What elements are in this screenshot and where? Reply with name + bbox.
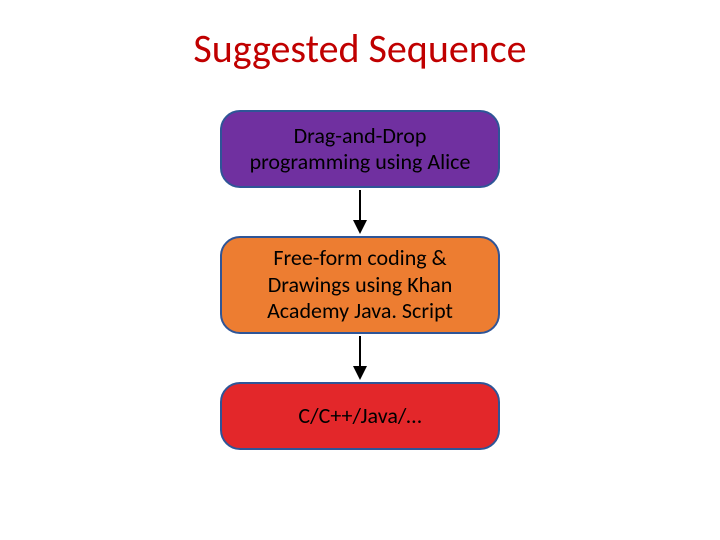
step-3-box: C/C++/Java/… xyxy=(220,382,500,450)
sequence-flow: Drag-and-Drop programming using Alice Fr… xyxy=(220,110,500,450)
step-1-box: Drag-and-Drop programming using Alice xyxy=(220,110,500,188)
step-2-label: Free-form coding & Drawings using Khan A… xyxy=(236,245,484,324)
arrow-down-icon xyxy=(351,190,369,234)
arrow-2 xyxy=(351,334,369,382)
page-title: Suggested Sequence xyxy=(0,24,720,73)
step-2-box: Free-form coding & Drawings using Khan A… xyxy=(220,236,500,334)
arrow-down-icon xyxy=(351,336,369,380)
arrow-1 xyxy=(351,188,369,236)
step-3-label: C/C++/Java/… xyxy=(298,403,421,429)
step-1-label: Drag-and-Drop programming using Alice xyxy=(236,123,484,176)
